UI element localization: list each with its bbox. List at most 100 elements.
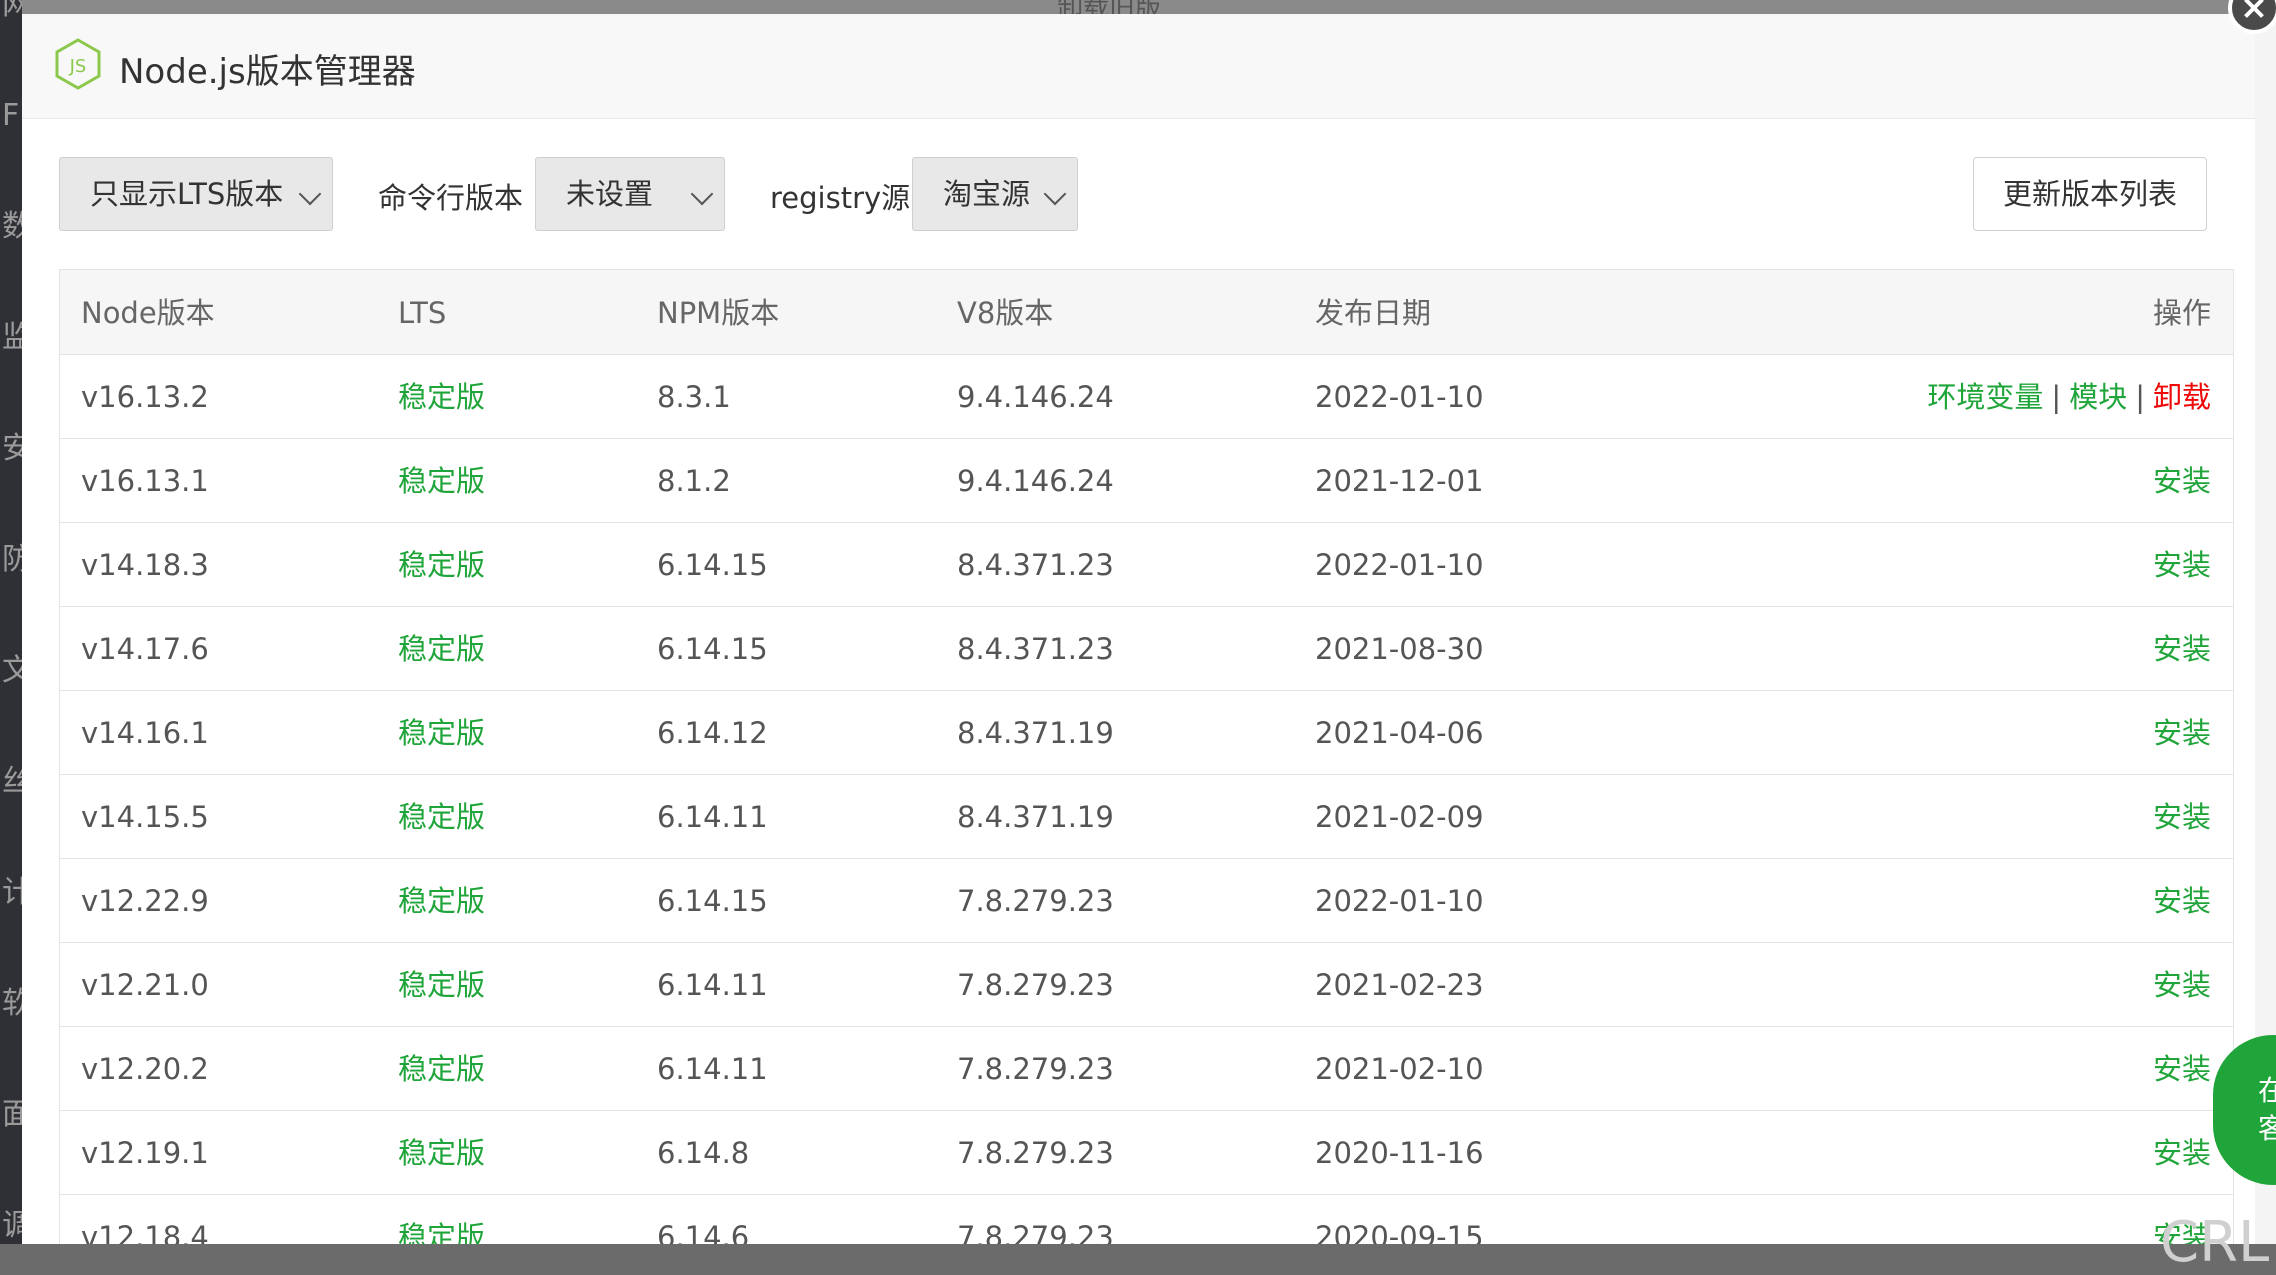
background-sidebar-char: 丝 <box>2 764 32 799</box>
v8-version-cell: 8.4.371.23 <box>957 548 1114 582</box>
header-release-date: 发布日期 <box>1315 296 1432 330</box>
background-sidebar: 网 F 数监安防文丝计软面调 <box>0 0 32 1244</box>
install-link[interactable]: 安装 <box>2153 800 2211 834</box>
v8-version-cell: 7.8.279.23 <box>957 968 1114 1002</box>
npm-version-cell: 6.14.15 <box>657 884 768 918</box>
v8-version-cell: 9.4.146.24 <box>957 464 1114 498</box>
table-row: v16.13.2 稳定版 8.3.1 9.4.146.24 2022-01-10 环境变量… <box>60 355 2233 439</box>
background-sidebar-char: 安 <box>2 431 32 466</box>
lts-status-cell: 稳定版 <box>398 1052 486 1086</box>
cli-version-select[interactable]: 未设置 <box>535 157 725 231</box>
lts-status-cell: 稳定版 <box>398 1220 486 1244</box>
npm-version-cell: 6.14.15 <box>657 632 768 666</box>
background-sidebar-char: 软 <box>2 986 32 1021</box>
table-row: v14.15.5 稳定版 6.14.11 8.4.371.19 2021-02-09 安装 <box>60 775 2233 859</box>
release-date-cell: 2022-01-10 <box>1315 548 1484 582</box>
install-link[interactable]: 安装 <box>2153 884 2211 918</box>
service-text-1: 在 <box>2258 1074 2276 1107</box>
version-table: Node版本 LTS NPM版本 V8版本 发布日期 操作 v16.13.2 稳定… <box>59 269 2234 1244</box>
npm-version-cell: 8.1.2 <box>657 464 731 498</box>
node-version-cell: v16.13.2 <box>81 380 209 414</box>
uninstall-link[interactable]: 卸载 <box>2153 380 2211 414</box>
env-variables-link[interactable]: 环境变量 <box>1927 380 2043 414</box>
v8-version-cell: 7.8.279.23 <box>957 1052 1114 1086</box>
header-lts: LTS <box>398 296 447 330</box>
table-row: v12.19.1 稳定版 6.14.8 7.8.279.23 2020-11-16 安装 <box>60 1111 2233 1195</box>
lts-filter-value: 只显示LTS版本 <box>90 177 284 211</box>
release-date-cell: 2021-02-10 <box>1315 1052 1484 1086</box>
chevron-down-icon <box>690 182 714 206</box>
table-row: v12.21.0 稳定版 6.14.11 7.8.279.23 2021-02-23 安装 <box>60 943 2233 1027</box>
nodejs-logo-icon: JS <box>55 38 101 90</box>
actions-cell: 环境变量 | 模块 | 卸载 <box>1927 355 2211 439</box>
background-sidebar-char: 监 <box>2 320 32 355</box>
v8-version-cell: 7.8.279.23 <box>957 1220 1114 1244</box>
background-sidebar-char: 计 <box>2 875 32 910</box>
lts-filter-select[interactable]: 只显示LTS版本 <box>59 157 333 231</box>
install-link[interactable]: 安装 <box>2153 968 2211 1002</box>
lts-status-cell: 稳定版 <box>398 548 486 582</box>
actions-cell: 安装 <box>2153 943 2211 1027</box>
release-date-cell: 2021-04-06 <box>1315 716 1484 750</box>
background-sidebar-char: 调 <box>2 1208 32 1243</box>
node-version-cell: v14.17.6 <box>81 632 209 666</box>
install-link[interactable]: 安装 <box>2153 716 2211 750</box>
table-row: v14.16.1 稳定版 6.14.12 8.4.371.19 2021-04-06 安装 <box>60 691 2233 775</box>
background-sidebar-char: 面 <box>2 1097 32 1132</box>
install-link[interactable]: 安装 <box>2153 464 2211 498</box>
table-row: v12.22.9 稳定版 6.14.15 7.8.279.23 2022-01-10 安装 <box>60 859 2233 943</box>
cli-version-value: 未设置 <box>566 177 654 211</box>
lts-status-cell: 稳定版 <box>398 632 486 666</box>
modules-link[interactable]: 模块 <box>2069 380 2127 414</box>
lts-status-cell: 稳定版 <box>398 464 486 498</box>
watermark-text: CRL <box>2160 1210 2270 1275</box>
install-link[interactable]: 安装 <box>2153 1136 2211 1170</box>
node-version-cell: v14.15.5 <box>81 800 209 834</box>
header-actions: 操作 <box>2152 296 2211 330</box>
action-separator: | <box>2051 380 2062 414</box>
install-link[interactable]: 安装 <box>2153 632 2211 666</box>
header-node-version: Node版本 <box>81 296 215 330</box>
background-sidebar-char: F <box>2 98 20 133</box>
header-npm-version: NPM版本 <box>657 296 780 330</box>
npm-version-cell: 6.14.11 <box>657 1052 768 1086</box>
release-date-cell: 2021-12-01 <box>1315 464 1484 498</box>
background-sidebar-char: 网 <box>2 0 32 22</box>
install-link[interactable]: 安装 <box>2153 548 2211 582</box>
install-link[interactable]: 安装 <box>2153 1052 2211 1086</box>
v8-version-cell: 7.8.279.23 <box>957 884 1114 918</box>
v8-version-cell: 7.8.279.23 <box>957 1136 1114 1170</box>
node-version-cell: v14.18.3 <box>81 548 209 582</box>
release-date-cell: 2021-02-09 <box>1315 800 1484 834</box>
table-body: v16.13.2 稳定版 8.3.1 9.4.146.24 2022-01-10 环境变量… <box>60 355 2233 1244</box>
chevron-down-icon <box>1043 182 1067 206</box>
actions-cell: 安装 <box>2153 775 2211 859</box>
background-sidebar-char: 文 <box>2 653 32 688</box>
actions-cell: 安装 <box>2153 859 2211 943</box>
registry-select[interactable]: 淘宝源 <box>912 157 1078 231</box>
actions-cell: 安装 <box>2153 523 2211 607</box>
lts-status-cell: 稳定版 <box>398 380 486 414</box>
lts-status-cell: 稳定版 <box>398 884 486 918</box>
v8-version-cell: 8.4.371.19 <box>957 716 1114 750</box>
actions-cell: 安装 <box>2153 439 2211 523</box>
release-date-cell: 2021-08-30 <box>1315 632 1484 666</box>
service-text-2: 客 <box>2258 1112 2276 1145</box>
node-version-cell: v12.22.9 <box>81 884 209 918</box>
npm-version-cell: 6.14.11 <box>657 968 768 1002</box>
release-date-cell: 2020-09-15 <box>1315 1220 1484 1244</box>
release-date-cell: 2020-11-16 <box>1315 1136 1484 1170</box>
table-row: v12.18.4 稳定版 6.14.6 7.8.279.23 2020-09-15 安装 <box>60 1195 2233 1244</box>
table-row: v14.18.3 稳定版 6.14.15 8.4.371.23 2022-01-10 安装 <box>60 523 2233 607</box>
action-separator: | <box>2135 380 2145 414</box>
v8-version-cell: 8.4.371.23 <box>957 632 1114 666</box>
actions-cell: 安装 <box>2153 1027 2211 1111</box>
node-version-cell: v12.19.1 <box>81 1136 209 1170</box>
release-date-cell: 2022-01-10 <box>1315 884 1484 918</box>
table-header-row: Node版本 LTS NPM版本 V8版本 发布日期 操作 <box>60 269 2233 355</box>
v8-version-cell: 8.4.371.19 <box>957 800 1114 834</box>
release-date-cell: 2022-01-10 <box>1315 380 1484 414</box>
refresh-version-list-button[interactable]: 更新版本列表 <box>1973 157 2207 231</box>
node-version-cell: v16.13.1 <box>81 464 209 498</box>
npm-version-cell: 6.14.11 <box>657 800 768 834</box>
